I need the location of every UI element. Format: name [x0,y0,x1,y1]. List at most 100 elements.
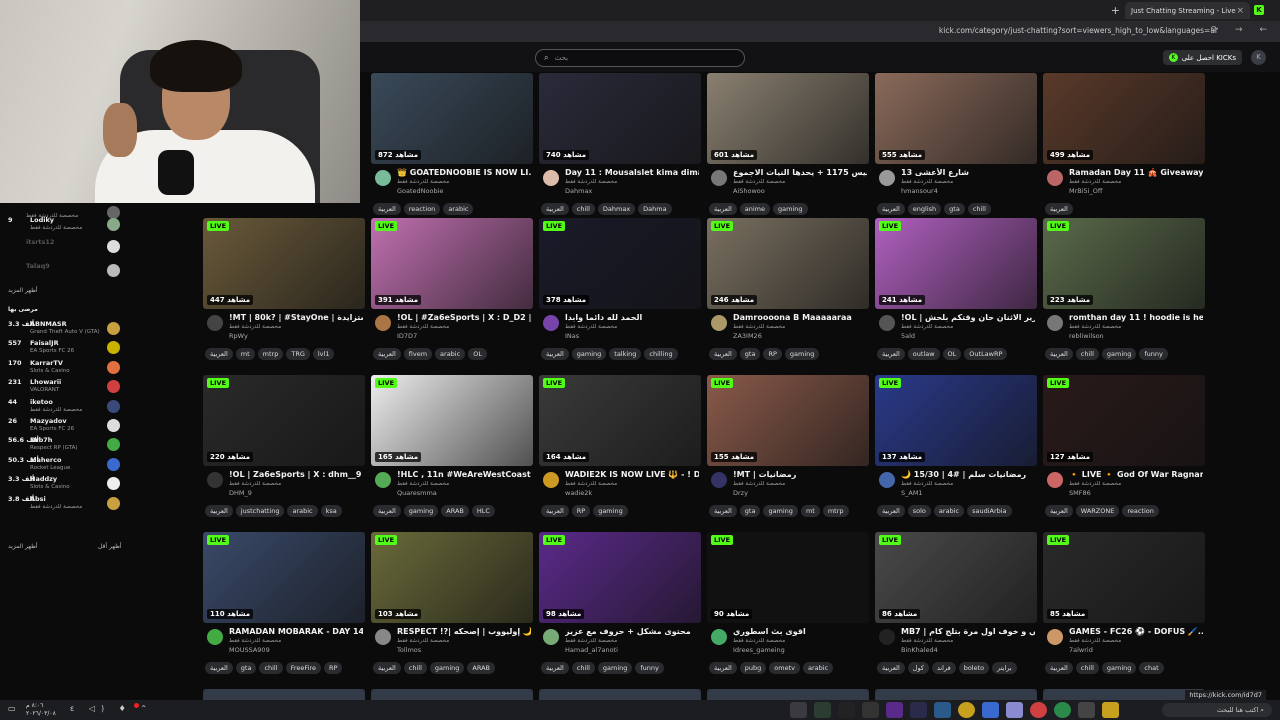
stream-thumbnail[interactable]: LIVE 164 مشاهد [539,375,701,466]
app-excel-icon[interactable] [814,702,831,718]
stream-thumbnail[interactable]: LIVE 246 مشاهد [707,218,869,309]
channel-avatar[interactable] [879,315,895,331]
stream-category[interactable]: مخصصة للدردشة فقط [733,324,785,330]
stream-category[interactable]: مخصصة للدردشة فقط [1069,481,1121,487]
stream-tag[interactable]: arabic [287,505,318,517]
taskbar-clock[interactable]: ٨:٠٦ م ٢٠٢٦/٠٣/٠٨ [26,702,56,718]
channel-avatar[interactable] [207,472,223,488]
stream-tag[interactable]: HLC [471,505,495,517]
stream-tag[interactable]: reaction [403,203,441,215]
stream-tag[interactable]: العربية [205,505,233,517]
app-discord-icon[interactable] [1006,702,1023,718]
stream-card[interactable]: LIVE 127 مشاهد 🔸 LIVE 🔸 God Of War Ragnaro… [1043,375,1205,525]
stream-tag[interactable]: gaming [784,348,820,360]
app-record-icon[interactable] [1030,702,1047,718]
stream-tag[interactable]: العربية [709,505,737,517]
stream-title[interactable]: !OL | فوازير الاثنان حان وقتكم بلحش [901,313,1035,322]
stream-category[interactable]: مخصصة للدردشة فقط [565,481,617,487]
channel-name[interactable]: BinKhaled4 [901,646,938,654]
stream-tag[interactable]: arabic [443,203,474,215]
channel-avatar[interactable] [711,170,727,186]
tray-icons[interactable]: ▭ [8,704,16,713]
stream-tag[interactable]: RP [571,505,591,517]
url-text[interactable]: kick.com/category/just-chatting?sort=vie… [939,26,1218,35]
stream-tag[interactable]: gta [739,348,761,360]
stream-card[interactable]: LIVE 137 مشاهد 🌙 رمضانيات سلم | #4 | 15/30… [875,375,1037,525]
stream-title[interactable]: !HLC , 11n #WeAreWestCoastG'... [397,470,531,479]
stream-thumbnail[interactable]: LIVE 155 مشاهد [707,375,869,466]
stream-card[interactable]: 601 مشاهد ملجا رن بيس 1175 + يحدها النيات… [707,73,869,223]
stream-tag[interactable]: gta [944,203,965,215]
stream-tag[interactable]: funny [1139,348,1168,360]
stream-thumbnail[interactable]: LIVE 391 مشاهد [371,218,533,309]
stream-tag[interactable]: قراند [931,662,956,674]
stream-card[interactable]: LIVE 103 مشاهد RESPECT !?| إوليووب | إصحكه… [371,532,533,682]
stream-category[interactable]: مخصصة للدردشة فقط [901,324,953,330]
stream-card[interactable]: LIVE 98 مشاهد محتوى مشكل + حروف مع عزيز مخص… [539,532,701,682]
channel-name[interactable]: Quaresmma [397,489,437,497]
close-tab-icon[interactable]: × [1236,6,1244,16]
stream-tag[interactable]: العربية [205,662,233,674]
taskbar-search-input[interactable]: اكتب هنا للبحث ⌕ [1162,703,1272,717]
stream-category[interactable]: مخصصة للدردشة فقط [565,638,617,644]
stream-thumbnail[interactable]: LIVE 103 مشاهد [371,532,533,623]
stream-tag[interactable]: العربية [709,348,737,360]
channel-avatar[interactable] [207,315,223,331]
stream-card[interactable]: LIVE 447 مشاهد !MT | 80k? | #StayOne | مست… [203,218,365,368]
stream-tag[interactable]: reaction [1122,505,1159,517]
stream-tag[interactable]: العربية [709,662,737,674]
address-bar[interactable]: kick.com/category/just-chatting?sort=vie… [360,21,1280,42]
stream-category[interactable]: مخصصة للدردشة فقط [733,179,785,185]
stream-tag[interactable]: العربية [1045,203,1073,215]
channel-avatar[interactable] [711,629,727,645]
channel-name[interactable]: AiShowoo [733,187,765,195]
app-icon-2[interactable] [910,702,927,718]
stream-tag[interactable]: WARZONE [1075,505,1120,517]
stream-title[interactable]: Day 11 : Mousalslet kima dima |... [565,168,699,177]
channel-name[interactable]: wadie2k [565,489,592,497]
stream-category[interactable]: مخصصة للدردشة فقط [1069,179,1121,185]
stream-tag[interactable]: العربية [1045,348,1073,360]
channel-name[interactable]: Hamad_al7anoti [565,646,618,654]
stream-tag[interactable]: العربية [877,662,905,674]
stream-tag[interactable]: mtrp [822,505,849,517]
channel-name[interactable]: MOUSSA909 [229,646,270,654]
sidebar-channel-item[interactable]: Talaq9 [6,261,120,283]
stream-tag[interactable]: العربية [205,348,233,360]
stream-thumbnail[interactable]: LIVE 378 مشاهد [539,218,701,309]
stream-tag[interactable]: funny [635,662,664,674]
stream-category[interactable]: مخصصة للدردشة فقط [901,638,953,644]
channel-avatar[interactable] [543,472,559,488]
stream-tag[interactable]: كول [907,662,929,674]
stream-tag[interactable]: RP [763,348,782,360]
stream-tag[interactable]: chill [571,203,595,215]
stream-category[interactable]: مخصصة للدردشة فقط [397,324,449,330]
stream-category[interactable]: مخصصة للدردشة فقط [397,179,449,185]
stream-category[interactable]: مخصصة للدردشة فقط [565,179,617,185]
stream-tag[interactable]: TRG [286,348,310,360]
stream-card[interactable]: LIVE 165 مشاهد !HLC , 11n #WeAreWestCoastG… [371,375,533,525]
stream-thumbnail[interactable]: 601 مشاهد [707,73,869,164]
app-edge-icon[interactable] [982,702,999,718]
app-whatsapp-icon[interactable] [1054,702,1071,718]
stream-card[interactable]: LIVE 164 مشاهد WADIE2K IS NOW LIVE 🔱 - ! D… [539,375,701,525]
app-chrome-icon[interactable] [958,702,975,718]
stream-category[interactable]: مخصصة للدردشة فقط [733,481,785,487]
stream-tag[interactable]: gaming [571,348,607,360]
stream-title[interactable]: RESPECT !?| إوليووب | إصحكه 🌙... [397,627,531,636]
stream-card[interactable]: 555 مشاهد شارع الأعشى 13 مخصصة للدردشة فقط… [875,73,1037,223]
show-more-link[interactable]: أظهر المزيد [8,287,38,294]
app-next-icon[interactable] [886,702,903,718]
stream-thumbnail[interactable]: 499 مشاهد [1043,73,1205,164]
stream-thumbnail[interactable]: LIVE 241 مشاهد [875,218,1037,309]
channel-name[interactable]: GoatedNoobie [397,187,443,195]
stream-tag[interactable]: mt [800,505,820,517]
channel-name[interactable]: INas [565,332,579,340]
stream-title[interactable]: !OL | #Za6eSports | X : D_D2 | 1... [397,313,531,322]
stream-thumbnail[interactable]: LIVE 220 مشاهد [203,375,365,466]
channel-name[interactable]: ZA3IM26 [733,332,762,340]
stream-tag[interactable]: gaming [763,505,798,517]
stream-title[interactable]: ملجا رن بيس 1175 + يحدها النيات الاجموع [733,168,867,177]
stream-tag[interactable]: chill [1075,348,1099,360]
stream-card[interactable]: LIVE 220 مشاهد !OL | Za6eSports | X : dhm_… [203,375,365,525]
